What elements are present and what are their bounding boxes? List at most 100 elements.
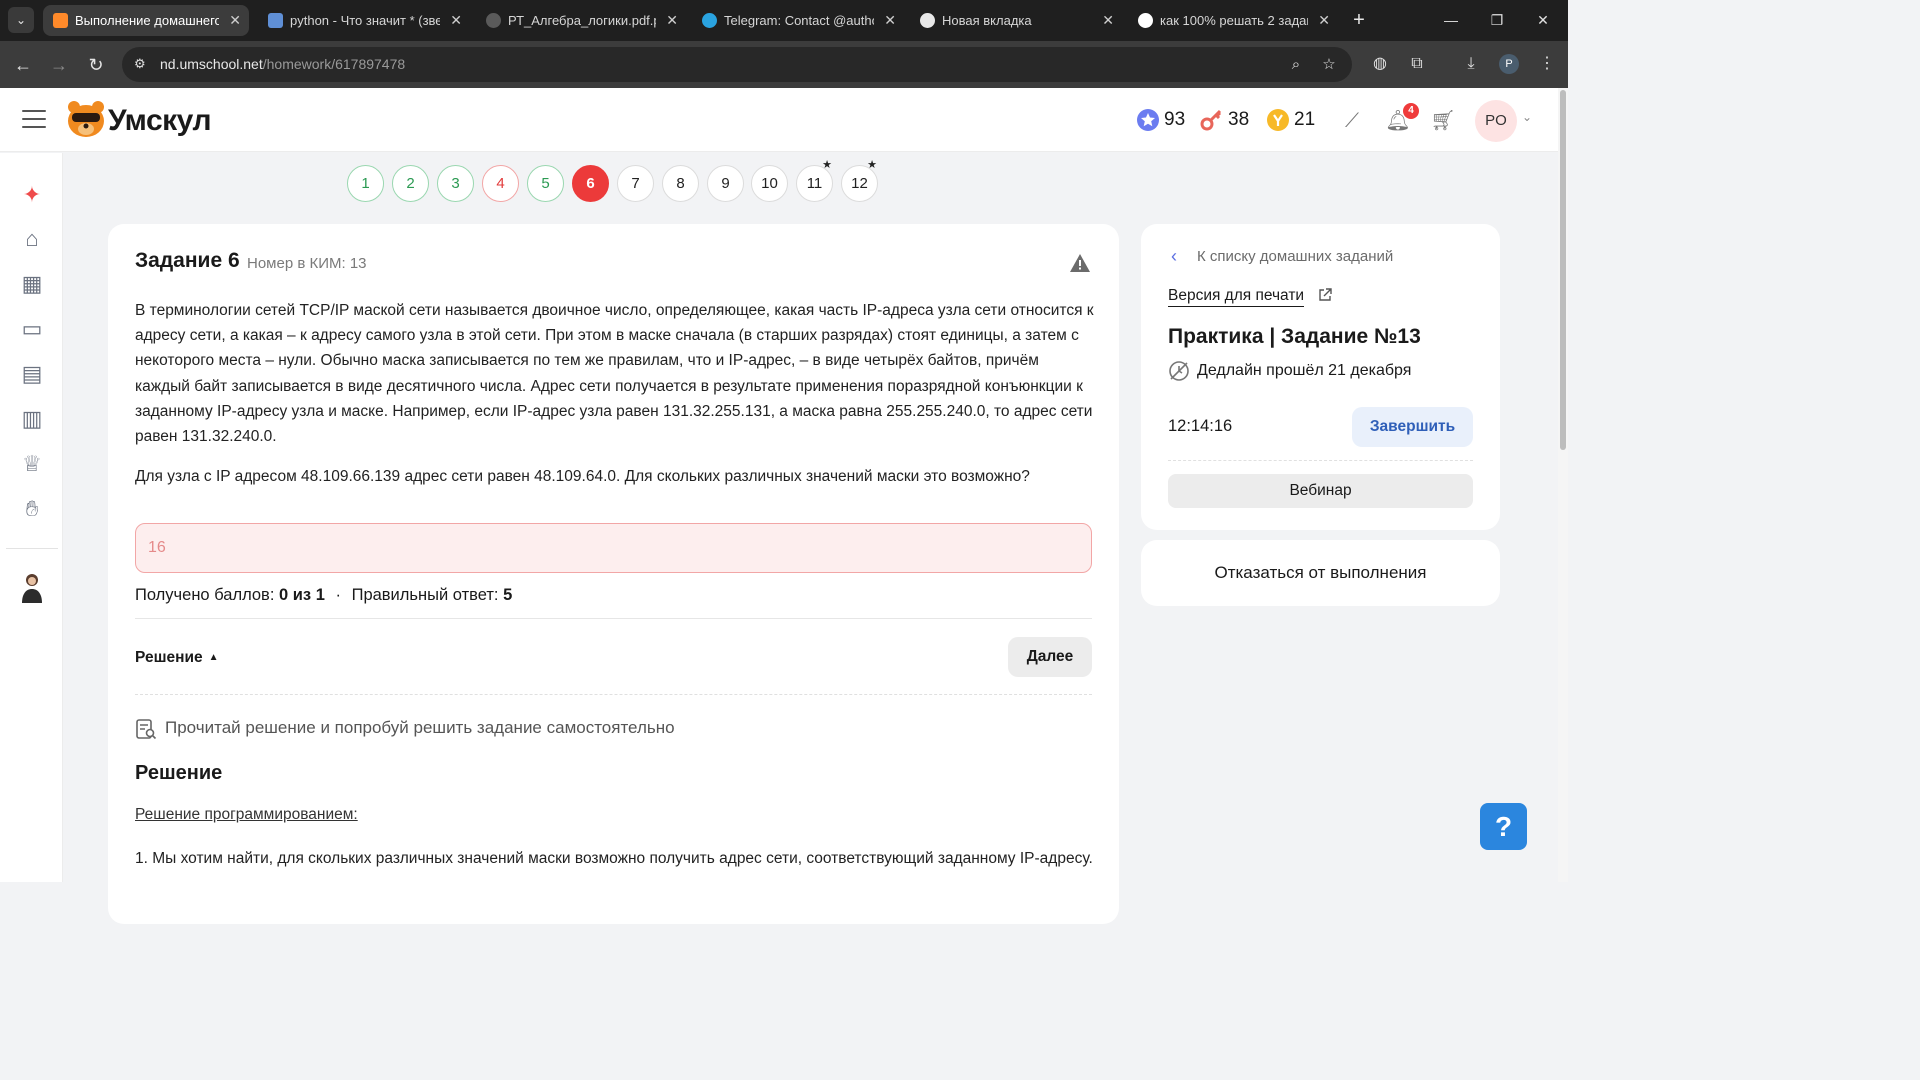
divider: [135, 618, 1092, 619]
tab-title: РТ_Алгебра_логики.pdf.pd: [508, 13, 656, 28]
browser-tab-4[interactable]: Telegram: Contact @autho ✕: [692, 5, 904, 36]
tab-title: как 100% решать 2 задани: [1160, 13, 1308, 28]
globe-icon: [486, 13, 501, 28]
new-tab-button[interactable]: +: [1346, 7, 1372, 33]
answer-field[interactable]: 16: [135, 523, 1092, 573]
browser-tab-3[interactable]: РТ_Алгебра_логики.pdf.pd ✕: [476, 5, 686, 36]
cart-icon[interactable]: 🛒︎: [1430, 108, 1456, 134]
task-pill-8[interactable]: 8: [662, 165, 699, 202]
report-warning-icon[interactable]: [1069, 252, 1091, 274]
forward-arrow-icon[interactable]: →: [46, 52, 72, 78]
homework-info-card: ‹ К списку домашних заданий Версия для п…: [1141, 224, 1500, 530]
calendar-icon[interactable]: ▦: [18, 270, 46, 298]
browser-menu-icon[interactable]: ⋮: [1536, 53, 1558, 75]
task-pill-label: 10: [761, 175, 778, 192]
restore-button[interactable]: ❐: [1474, 0, 1520, 41]
minimize-button[interactable]: —: [1428, 0, 1474, 41]
close-icon[interactable]: ✕: [1102, 5, 1114, 36]
sparkle-icon[interactable]: ✦: [18, 181, 46, 209]
task-pill-6[interactable]: 6: [572, 165, 609, 202]
close-icon[interactable]: ✕: [884, 5, 896, 36]
task-pill-9[interactable]: 9: [707, 165, 744, 202]
extensions-icon[interactable]: ⧉: [1406, 53, 1428, 75]
close-icon[interactable]: ✕: [1318, 5, 1330, 36]
kim-number: Номер в КИМ: 13: [247, 255, 367, 272]
browser-tab-5[interactable]: Новая вкладка ✕: [910, 5, 1122, 36]
tab-title: Telegram: Contact @autho: [724, 13, 874, 28]
video-lessons-icon[interactable]: ▭: [18, 315, 46, 343]
browser-tab-6[interactable]: как 100% решать 2 задани ✕: [1128, 5, 1338, 36]
page-scrollbar[interactable]: [1558, 88, 1568, 882]
window-close-button[interactable]: ✕: [1520, 0, 1566, 41]
task-pill-label: 4: [496, 175, 505, 192]
help-button[interactable]: ?: [1480, 803, 1527, 850]
close-icon[interactable]: ✕: [450, 5, 462, 36]
correct-answer-value: 5: [503, 586, 513, 604]
ticket-icon[interactable]: ⟋: [1339, 108, 1365, 134]
task-pill-10[interactable]: 10: [751, 165, 788, 202]
next-button[interactable]: Далее: [1008, 637, 1092, 677]
clock-crossed-icon: [1169, 361, 1189, 381]
task-pill-label: 3: [451, 175, 460, 192]
solution-toggle[interactable]: Решение ▲: [135, 649, 219, 667]
task-card: Задание 6 Номер в КИМ: 13 В терминологии…: [108, 224, 1119, 924]
back-arrow-icon[interactable]: ←: [10, 52, 36, 78]
task-pill-3[interactable]: 3: [437, 165, 474, 202]
deadline-text: Дедлайн прошёл 21 декабря: [1197, 362, 1412, 379]
scrollbar-thumb[interactable]: [1560, 90, 1566, 450]
decline-button[interactable]: Отказаться от выполнения: [1141, 540, 1500, 606]
address-bar[interactable]: ⚙ nd.umschool.net/homework/617897478 ⌕ ☆: [122, 47, 1352, 82]
webinar-button[interactable]: Вебинар: [1168, 474, 1473, 508]
hand-wave-icon[interactable]: ✋︎: [18, 495, 46, 523]
close-icon[interactable]: ✕: [666, 5, 678, 36]
url-host: nd.umschool.net: [160, 56, 263, 72]
task-pill-label: 7: [631, 175, 640, 192]
download-icon[interactable]: ⤓: [1460, 53, 1482, 75]
hamburger-menu-icon[interactable]: [22, 110, 46, 130]
stats-icon[interactable]: ▥: [18, 405, 46, 433]
browser-tab-2[interactable]: python - Что значит * (зве ✕: [258, 5, 470, 36]
task-pill-label: 9: [721, 175, 730, 192]
stars-count: 93: [1164, 109, 1186, 130]
key-icon: [1200, 109, 1222, 131]
trophy-icon[interactable]: ♕: [18, 450, 46, 478]
external-link-icon[interactable]: [1317, 287, 1333, 303]
star-icon: ★: [867, 159, 877, 171]
zoom-icon[interactable]: ⌕: [1286, 55, 1306, 75]
solution-hint: Прочитай решение и попробуй решить задан…: [135, 716, 675, 740]
solution-programming-link[interactable]: Решение программированием:: [135, 806, 358, 824]
curator-avatar[interactable]: [18, 571, 46, 603]
task-title: Задание 6: [135, 249, 240, 272]
tab-search-button[interactable]: ⌄: [8, 7, 34, 33]
chevron-left-icon: ‹: [1171, 246, 1177, 266]
finish-button[interactable]: Завершить: [1352, 407, 1473, 447]
divider: [1168, 460, 1473, 461]
browser-profile-avatar[interactable]: P: [1499, 54, 1519, 74]
task-pill-4[interactable]: 4: [482, 165, 519, 202]
keys-counter[interactable]: 38: [1200, 107, 1249, 133]
translate-globe-icon[interactable]: ◍: [1369, 53, 1391, 75]
close-icon[interactable]: ✕: [229, 5, 241, 36]
chevron-down-icon[interactable]: ⌄: [1522, 110, 1532, 124]
back-to-homework-link[interactable]: ‹ К списку домашних заданий: [1171, 246, 1393, 266]
site-settings-icon[interactable]: ⚙: [134, 56, 150, 72]
task-pill-1[interactable]: 1: [347, 165, 384, 202]
coins-counter[interactable]: 21: [1266, 107, 1315, 133]
task-pill-12[interactable]: 12 ★: [841, 160, 878, 202]
reload-icon[interactable]: ↻: [83, 52, 109, 78]
print-version-link[interactable]: Версия для печати: [1168, 287, 1305, 307]
url-text[interactable]: nd.umschool.net/homework/617897478: [160, 56, 405, 72]
homework-icon[interactable]: ▤: [18, 360, 46, 388]
timer: 12:14:16: [1168, 417, 1233, 435]
stars-counter[interactable]: 93: [1136, 107, 1185, 133]
task-pill-7[interactable]: 7: [617, 165, 654, 202]
home-icon[interactable]: ⌂: [18, 225, 46, 253]
hint-text: Прочитай решение и попробуй решить задан…: [165, 718, 675, 737]
url-path: /homework/617897478: [262, 56, 406, 72]
task-pill-5[interactable]: 5: [527, 165, 564, 202]
browser-tab-1[interactable]: Выполнение домашнего з ✕: [43, 5, 249, 36]
task-pill-11[interactable]: 11 ★: [796, 160, 833, 202]
task-pill-2[interactable]: 2: [392, 165, 429, 202]
user-avatar[interactable]: PO: [1475, 100, 1517, 142]
bookmark-star-icon[interactable]: ☆: [1319, 55, 1339, 75]
